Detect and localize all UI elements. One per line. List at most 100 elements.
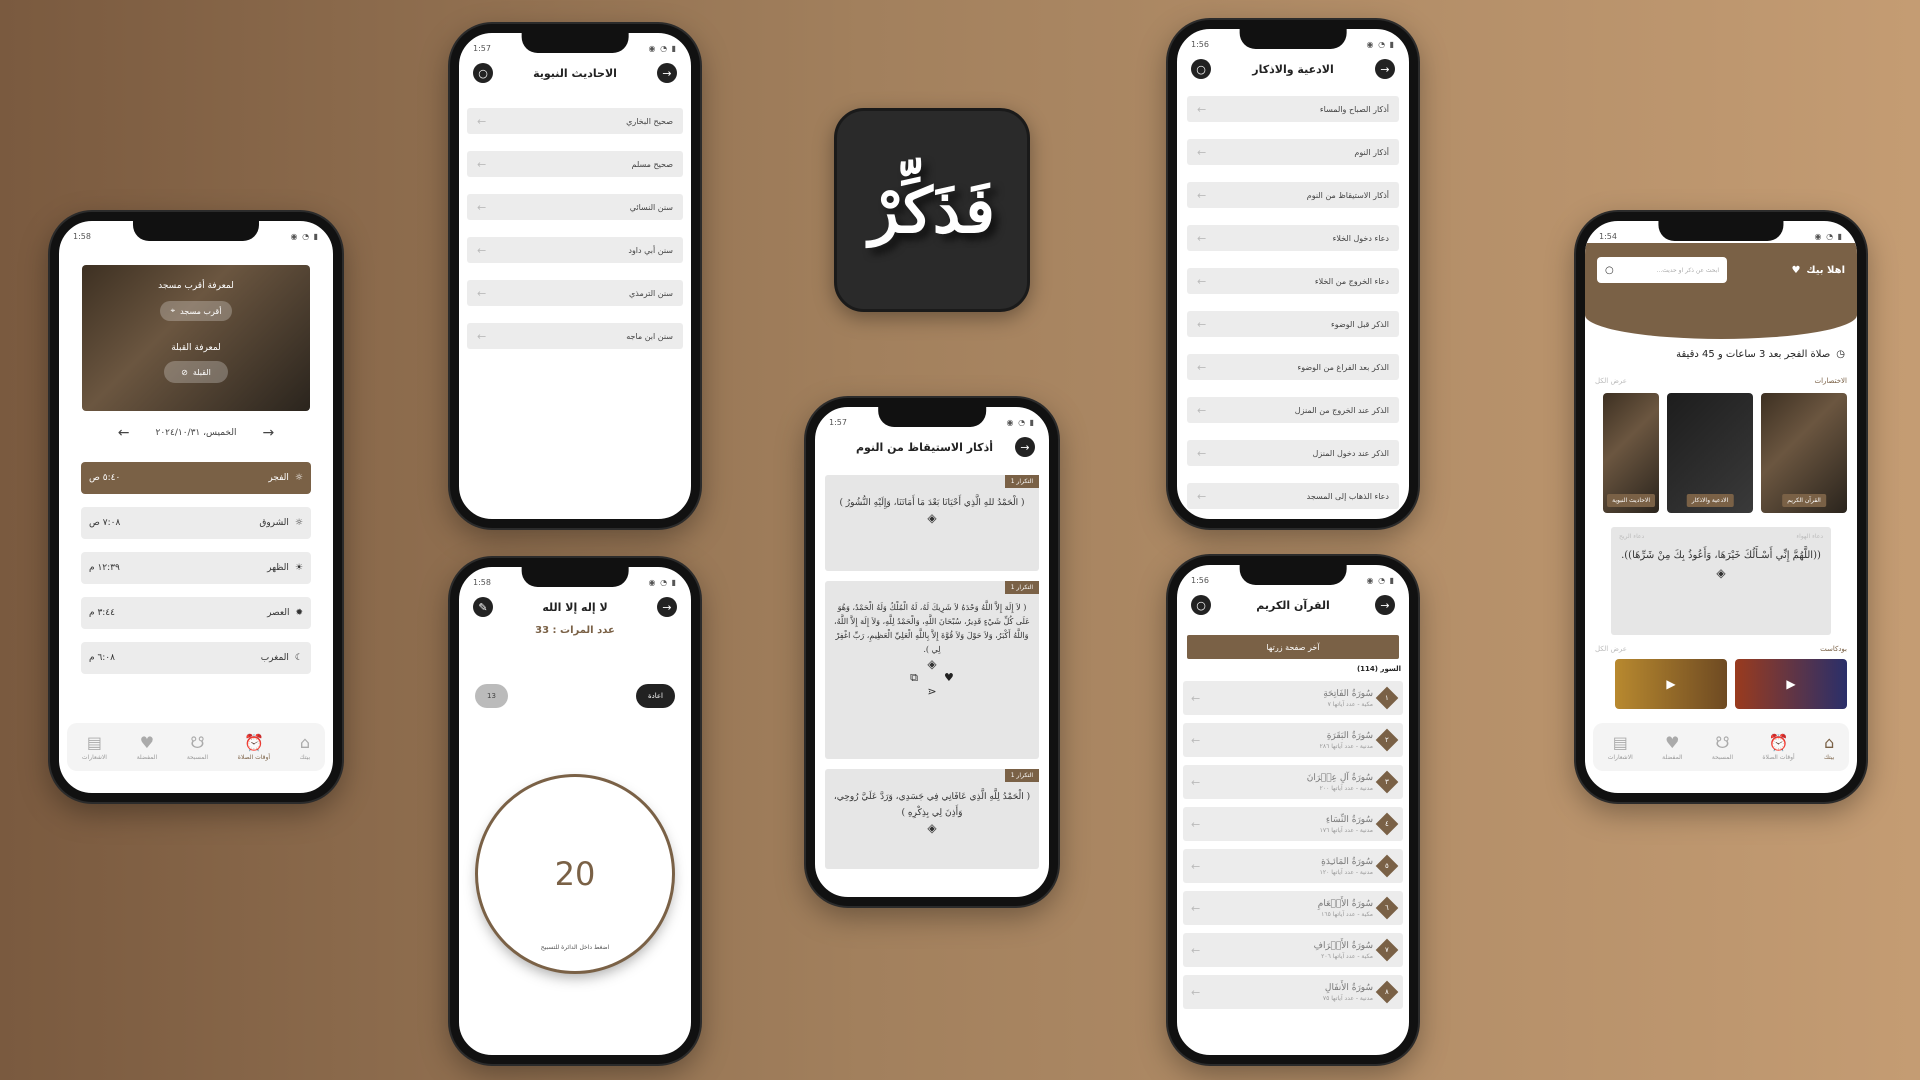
- back-arrow-icon[interactable]: →: [1015, 437, 1035, 457]
- arrow-left-icon: ←: [1191, 691, 1201, 705]
- logo-text: فَذَكِّرْ: [869, 173, 995, 247]
- back-arrow-icon[interactable]: →: [1375, 59, 1395, 79]
- search-icon[interactable]: ○: [473, 63, 494, 83]
- prayer-row-maghrib[interactable]: ☾ المغرب ٦:٠٨ م: [81, 642, 311, 674]
- nav-prayer-times[interactable]: ⏰ أوقات الصلاة: [238, 733, 270, 761]
- back-arrow-icon[interactable]: →: [657, 597, 677, 617]
- nav-favorites[interactable]: ♥ المفضلة: [1662, 733, 1682, 761]
- see-all-link[interactable]: عرض الكل: [1595, 377, 1627, 385]
- zikr-card[interactable]: التكرار 1 ( الْحَمْدُ لِلَّهِ الَّذِي عَا…: [825, 769, 1039, 869]
- edit-icon[interactable]: ✎: [473, 597, 493, 617]
- nav-label: أوقات الصلاة: [1762, 754, 1795, 761]
- zikr-card[interactable]: التكرار 1 ( الْحَمْدُ للهِ الَّذِي أَحْيَ…: [825, 475, 1039, 571]
- surah-row[interactable]: ٨ سُورَةُ الأَنفَالِ مدنية - عدد آياتها ٧٥…: [1183, 975, 1403, 1009]
- copy-icon[interactable]: ⧉: [910, 671, 918, 685]
- list-item[interactable]: صحيح البخاري ←: [467, 108, 683, 134]
- surah-row[interactable]: ٢ سُورَةُ البَقَرَةِ مدنية - عدد آياتها ٢٨…: [1183, 723, 1403, 757]
- surah-row[interactable]: ٧ سُورَةُ الأَعۡرَافِ مكية - عدد آياتها ٢٠…: [1183, 933, 1403, 967]
- back-arrow-icon[interactable]: →: [1375, 595, 1395, 615]
- list-item[interactable]: سنن النسائي ←: [467, 194, 683, 220]
- prayer-row-fajr[interactable]: ☼ الفجر ٥:٤٠ ص: [81, 462, 311, 494]
- arrow-left-icon: ←: [1191, 859, 1201, 873]
- list-item[interactable]: الذكر عند الخروج من المنزل ←: [1187, 397, 1399, 423]
- podcast-card[interactable]: ▶: [1615, 659, 1727, 709]
- list-item[interactable]: أذكار الاستيقاظ من النوم ←: [1187, 182, 1399, 208]
- nav-favorites[interactable]: ♥ المفضلة: [137, 733, 157, 761]
- tasbih-circle[interactable]: 20 اضغط داخل الدائرة للتسبيح: [478, 777, 672, 971]
- list-item[interactable]: دعاء دخول الخلاء ←: [1187, 225, 1399, 251]
- tile-quran[interactable]: القرآن الكريم: [1761, 393, 1847, 513]
- tile-duas[interactable]: الادعية والاذكار: [1667, 393, 1753, 513]
- list-item-label: صحيح مسلم: [631, 159, 673, 169]
- prayer-name: العصر: [267, 608, 290, 618]
- goal-pill[interactable]: 13: [475, 684, 508, 708]
- dua-card[interactable]: دعاء الهواء دعاء الريح ((اللَّهُمَّ إِنِّ…: [1611, 527, 1831, 635]
- phone-quran: 1:56 ◉ ◔ ▮ → القرآن الكريم ○ آخر صفحة زرتها…: [1168, 556, 1418, 1064]
- nearest-mosque-button[interactable]: أقرب مسجد ⌖: [160, 301, 232, 321]
- nav-tasbih[interactable]: ☋ المسبحة: [187, 733, 208, 761]
- home-icon: ⌂: [299, 733, 311, 752]
- qibla-button[interactable]: القبلة ⊘: [164, 361, 228, 383]
- sunrise-icon: ☼: [294, 518, 303, 528]
- see-all-link[interactable]: عرض الكل: [1595, 645, 1627, 653]
- arrow-left-icon: ←: [1191, 733, 1201, 747]
- arrow-left-icon: ←: [1197, 231, 1207, 245]
- search-box[interactable]: ابحث عن ذكر او حديث... ○: [1597, 257, 1727, 283]
- surah-row[interactable]: ١ سُورَةُ الفَاتِحَةِ مكية - عدد آياتها ٧ ←: [1183, 681, 1403, 715]
- podcast-card[interactable]: ▶: [1735, 659, 1847, 709]
- mosque-title: لمعرفة أقرب مسجد: [158, 281, 234, 291]
- nav-home[interactable]: ⌂ بيتك: [1824, 733, 1834, 761]
- status-time: 1:58: [73, 231, 91, 241]
- next-day-arrow-icon[interactable]: →: [262, 425, 274, 441]
- list-item[interactable]: دعاء الذهاب إلى المسجد ←: [1187, 483, 1399, 509]
- reset-button[interactable]: اعادة: [635, 684, 675, 708]
- nav-notifications[interactable]: ▤ الاشعارات: [1608, 733, 1633, 761]
- current-date: الخميس، ٢٠٢٤/١٠/٣١: [155, 428, 237, 438]
- search-icon[interactable]: ○: [1191, 59, 1212, 79]
- search-icon[interactable]: ○: [1191, 595, 1212, 615]
- duas-list: أذكار الصباح والمساء ← أذكار النوم ← أذكار…: [1177, 96, 1409, 509]
- prayer-row-shuruq[interactable]: ☼ الشروق ٧:٠٨ ص: [81, 507, 311, 539]
- surah-row[interactable]: ٦ سُورَةُ الأَنۡعَامِ مكية - عدد آياتها ١٦…: [1183, 891, 1403, 925]
- surah-number: ٧: [1385, 946, 1389, 955]
- list-item[interactable]: الذكر قبل الوضوء ←: [1187, 311, 1399, 337]
- prev-day-arrow-icon[interactable]: ←: [118, 425, 130, 441]
- surah-number-badge: ٦: [1375, 896, 1399, 920]
- surah-row[interactable]: ٣ سُورَةُ آلِ عِمۡرَانَ مدنية - عدد آياتها…: [1183, 765, 1403, 799]
- prayer-row-asr[interactable]: ✹ العصر ٣:٤٤ م: [81, 597, 311, 629]
- arrow-left-icon: ←: [1191, 901, 1201, 915]
- status-icons: ◉ ◔ ▮: [648, 43, 677, 53]
- nav-notifications[interactable]: ▤ الاشعارات: [82, 733, 107, 761]
- list-item[interactable]: سنن أبي داود ←: [467, 237, 683, 263]
- list-item[interactable]: الذكر عند دخول المنزل ←: [1187, 440, 1399, 466]
- last-page-button[interactable]: آخر صفحة زرتها: [1187, 635, 1399, 659]
- list-item[interactable]: صحيح مسلم ←: [467, 151, 683, 177]
- date-nav: → الخميس، ٢٠٢٤/١٠/٣١ ←: [59, 425, 333, 441]
- prayer-time: ٥:٤٠ ص: [89, 473, 121, 483]
- surah-name: سُورَةُ الأَعۡرَافِ: [1313, 940, 1373, 951]
- surah-row[interactable]: ٥ سُورَةُ المَائـِدَةِ مدنية - عدد آياتها …: [1183, 849, 1403, 883]
- list-item[interactable]: سنن ابن ماجه ←: [467, 323, 683, 349]
- status-bar: 1:56 ◉ ◔ ▮: [1177, 565, 1409, 587]
- favorite-heart-icon[interactable]: ♥: [944, 671, 954, 685]
- tile-hadith[interactable]: الاحاديث النبوية: [1603, 393, 1659, 513]
- greeting: اهلا بيك: [1806, 264, 1845, 276]
- surah-number: ٦: [1385, 904, 1389, 913]
- zikr-card[interactable]: التكرار 1 ( لاَ إِلَهَ إِلاَّ اللَّهُ وَح…: [825, 581, 1039, 759]
- nav-home[interactable]: ⌂ بيتك: [300, 733, 310, 761]
- share-icon[interactable]: ⋖: [833, 685, 1031, 698]
- list-item[interactable]: الذكر بعد الفراغ من الوضوء ←: [1187, 354, 1399, 380]
- list-item[interactable]: سنن الترمذي ←: [467, 280, 683, 306]
- list-item[interactable]: أذكار النوم ←: [1187, 139, 1399, 165]
- nav-prayer-times[interactable]: ⏰ أوقات الصلاة: [1762, 733, 1794, 761]
- prayer-row-dhuhr[interactable]: ☀ الظهر ١٢:٣٩ م: [81, 552, 311, 584]
- surah-row[interactable]: ٤ سُورَةُ النِّسَاءِ مدنية - عدد آياتها ١٧…: [1183, 807, 1403, 841]
- nav-tasbih[interactable]: ☋ المسبحة: [1712, 733, 1733, 761]
- list-item[interactable]: أذكار الصباح والمساء ←: [1187, 96, 1399, 122]
- list-item[interactable]: دعاء الخروج من الخلاء ←: [1187, 268, 1399, 294]
- arrow-left-icon: ←: [1191, 985, 1201, 999]
- search-placeholder: ابحث عن ذكر او حديث...: [1656, 266, 1719, 274]
- back-arrow-icon[interactable]: →: [657, 63, 677, 83]
- surah-info: مكية - عدد آياتها ١٦٥: [1321, 910, 1373, 918]
- heart-icon[interactable]: ♥: [1791, 265, 1800, 276]
